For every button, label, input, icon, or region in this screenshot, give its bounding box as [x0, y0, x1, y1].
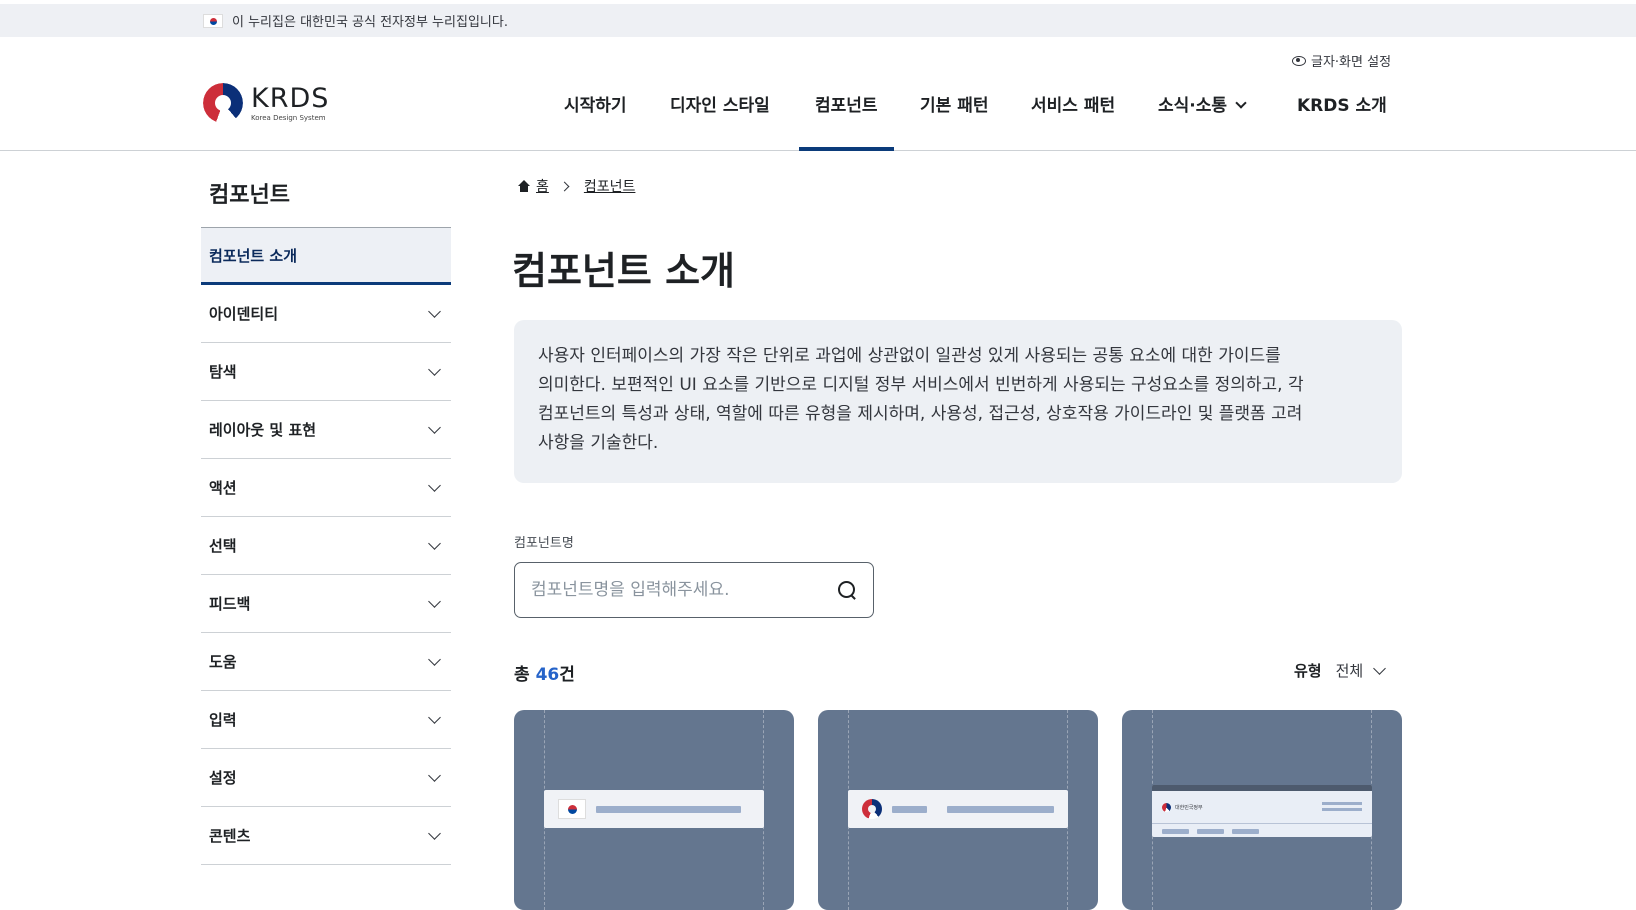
sidebar-item-intro[interactable]: 컴포넌트 소개: [201, 228, 451, 285]
search-field: [514, 562, 874, 618]
chevron-down-icon: [428, 652, 441, 666]
sidebar-item-action[interactable]: 액션: [201, 459, 451, 517]
filter-label: 유형: [1294, 662, 1322, 680]
korean-flag-icon: [558, 799, 586, 819]
nav-service-pattern-label: 서비스 패턴: [1031, 96, 1116, 116]
nav-basic-pattern[interactable]: 기본 패턴: [920, 89, 988, 151]
intro-line: 사항을 기술한다.: [538, 433, 659, 453]
sidebar-item-label: 레이아웃 및 표현: [209, 421, 317, 439]
sidebar-item-help[interactable]: 도움: [201, 633, 451, 691]
result-count: 총 46건: [514, 660, 575, 685]
search-label: 컴포넌트명: [514, 536, 574, 551]
filter-select[interactable]: 전체: [1335, 660, 1387, 681]
gov-official-banner: 이 누리집은 대한민국 공식 전자정부 누리집입니다.: [0, 4, 1636, 37]
placeholder-bar: [596, 805, 741, 813]
site-header: KRDS Korea Design System 글자·화면 설정 시작하기 디…: [0, 37, 1636, 151]
sidebar-item-label: 선택: [209, 537, 237, 555]
identity-preview: [848, 790, 1068, 828]
taeguk-logo-icon: [1162, 803, 1171, 812]
chevron-down-icon: [428, 710, 441, 724]
page-title: 컴포넌트 소개: [512, 249, 735, 293]
sidebar-item-label: 콘텐츠: [209, 827, 251, 845]
nav-news-label: 소식·소통: [1158, 96, 1228, 116]
sidebar-item-navigation[interactable]: 탐색: [201, 343, 451, 401]
taeguk-logo-icon: [862, 799, 882, 819]
nav-start[interactable]: 시작하기: [564, 89, 627, 151]
chevron-right-icon: [559, 181, 570, 191]
breadcrumb-home-link[interactable]: 홈: [536, 176, 549, 196]
home-icon: [517, 180, 530, 192]
count-suffix: 건: [559, 665, 575, 685]
chevron-down-icon: [428, 594, 441, 608]
component-search-input[interactable]: [531, 580, 837, 600]
sidebar-item-label: 컴포넌트 소개: [209, 246, 298, 265]
chevron-down-icon: [428, 826, 441, 840]
sidebar-item-label: 탐색: [209, 363, 237, 381]
intro-line: 사용자 인터페이스의 가장 작은 단위로 과업에 상관없이 일관성 있게 사용되…: [538, 346, 1281, 366]
intro-line: 의미한다. 보편적인 UI 요소를 기반으로 디지털 정부 서비스에서 빈번하게…: [538, 375, 1304, 395]
search-icon[interactable]: [837, 580, 857, 600]
sidebar-item-layout[interactable]: 레이아웃 및 표현: [201, 401, 451, 459]
sidebar-item-selection[interactable]: 선택: [201, 517, 451, 575]
main-nav: 시작하기 디자인 스타일 컴포넌트 기본 패턴 서비스 패턴 소식·소통 KRD…: [0, 89, 1636, 151]
header-preview: 대한민국정부: [1152, 785, 1372, 837]
sidebar-item-label: 액션: [209, 479, 237, 497]
nav-about-krds[interactable]: KRDS 소개: [1297, 89, 1387, 151]
sidebar-item-label: 도움: [209, 653, 237, 671]
sidebar-item-content[interactable]: 콘텐츠: [201, 807, 451, 865]
text-setting-label: 글자·화면 설정: [1311, 55, 1392, 70]
gov-name-text: 대한민국정부: [1175, 805, 1203, 811]
chevron-down-icon: [428, 536, 441, 550]
placeholder-bar: [892, 805, 927, 813]
type-filter: 유형 전체: [1294, 660, 1387, 681]
placeholder-bar: [947, 805, 1054, 813]
gov-banner-text: 이 누리집은 대한민국 공식 전자정부 누리집입니다.: [232, 15, 508, 30]
sidebar-item-label: 피드백: [209, 595, 251, 613]
sidebar-list: 컴포넌트 소개 아이덴티티 탐색 레이아웃 및 표현 액션 선택 피드백 도움 …: [201, 227, 451, 865]
intro-line: 컴포넌트의 특성과 상태, 역할에 따른 유형을 제시하며, 사용성, 접근성,…: [538, 404, 1303, 424]
eye-icon: [1292, 55, 1306, 66]
chevron-down-icon: [428, 478, 441, 492]
component-card[interactable]: 대한민국정부: [1122, 710, 1402, 910]
intro-description-box: 사용자 인터페이스의 가장 작은 단위로 과업에 상관없이 일관성 있게 사용되…: [514, 320, 1402, 483]
sidebar-item-input[interactable]: 입력: [201, 691, 451, 749]
sidebar-item-label: 입력: [209, 711, 237, 729]
nav-components[interactable]: 컴포넌트: [799, 89, 894, 151]
count-number: 46: [535, 665, 560, 685]
count-prefix: 총: [514, 665, 536, 685]
sidebar-title: 컴포넌트: [209, 183, 290, 208]
chevron-down-icon: [428, 304, 441, 318]
nav-news[interactable]: 소식·소통: [1158, 89, 1247, 151]
text-screen-setting-button[interactable]: 글자·화면 설정: [1292, 51, 1391, 70]
chevron-down-icon: [428, 362, 441, 376]
gov-banner-preview: [544, 790, 764, 828]
sidebar-item-label: 설정: [209, 769, 237, 787]
nav-service-pattern[interactable]: 서비스 패턴: [1031, 89, 1115, 151]
component-card[interactable]: [818, 710, 1098, 910]
chevron-down-icon: [428, 420, 441, 434]
filter-value: 전체: [1335, 662, 1364, 680]
nav-design-style[interactable]: 디자인 스타일: [670, 89, 770, 151]
breadcrumb: 홈 컴포넌트: [517, 176, 635, 196]
korean-flag-icon: [203, 13, 223, 28]
sidebar-item-feedback[interactable]: 피드백: [201, 575, 451, 633]
chevron-down-icon: [1373, 661, 1387, 675]
sidebar-item-identity[interactable]: 아이덴티티: [201, 285, 451, 343]
chevron-down-icon: [428, 768, 441, 782]
breadcrumb-current-link[interactable]: 컴포넌트: [584, 176, 636, 196]
chevron-down-icon: [1235, 97, 1247, 109]
sidebar-item-settings[interactable]: 설정: [201, 749, 451, 807]
component-card[interactable]: [514, 710, 794, 910]
sidebar-item-label: 아이덴티티: [209, 305, 279, 323]
